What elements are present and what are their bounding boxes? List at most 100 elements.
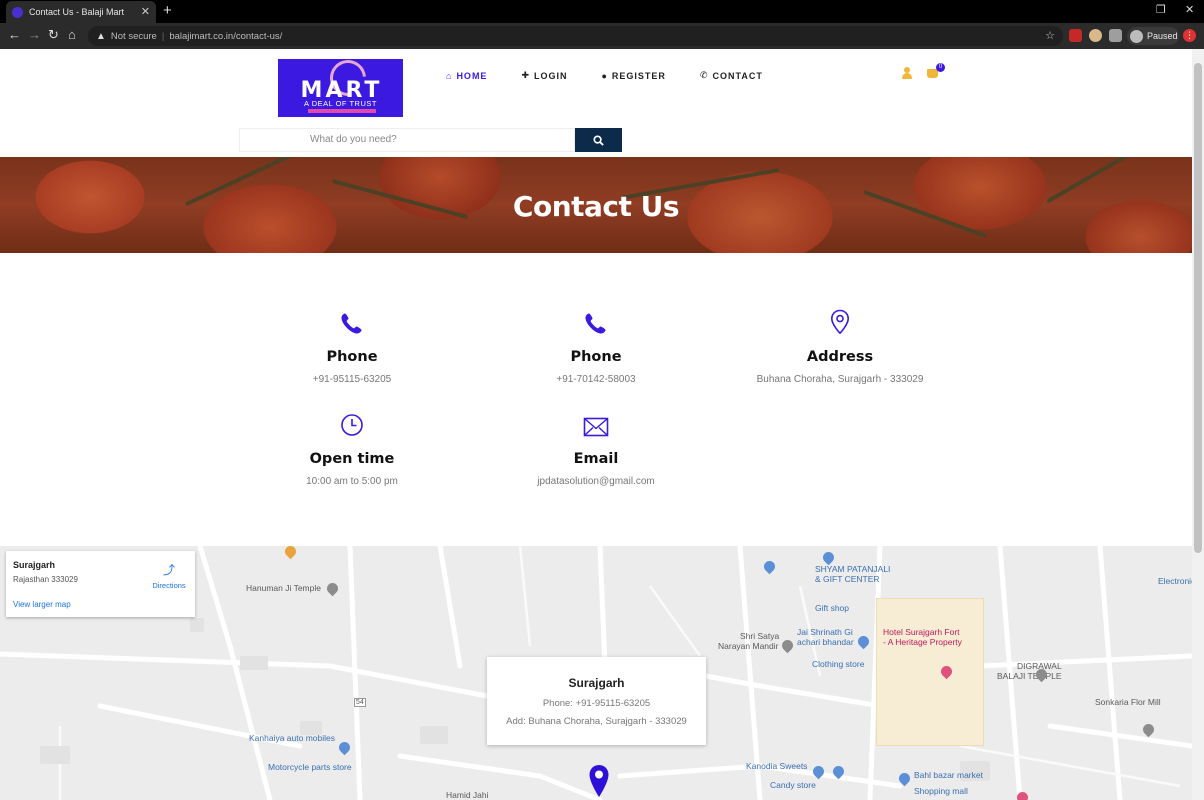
browser-tabstrip: Contact Us - Balaji Mart ✕ + ❐ ✕ [0,0,1204,23]
contact-label: Phone [326,349,378,365]
map-label-kanodia: Kanodia Sweets [746,761,808,771]
adblock-extension-icon[interactable] [1069,29,1082,42]
logo-underline [308,109,376,113]
contact-value: 10:00 am to 5:00 pm [306,476,398,487]
directions-icon: ⤴ [162,563,175,577]
clock-icon [341,414,363,436]
nav-contact-label: CONTACT [712,70,763,81]
cart-count-badge: 0 [936,63,945,72]
address-bar[interactable]: ▲ Not secure | balajimart.co.in/contact-… [88,26,1063,46]
map-label-kanhaiya: Kanhaiya auto mobiles [249,733,336,743]
nav-register[interactable]: ● REGISTER [601,70,665,81]
contact-address: Address Buhana Choraha, Surajgarh - 3330… [720,307,960,385]
contact-label: Email [573,451,619,467]
contact-open-time: Open time 10:00 am to 5:00 pm [232,409,472,487]
tab-close-icon[interactable]: ✕ [141,5,150,18]
map-label-shopping-mall: Shopping mall [914,786,968,796]
forward-arrow-icon[interactable]: → [28,28,41,42]
map-info-window: Surajgarh Phone: +91-95115-63205 Add: Bu… [487,657,706,745]
nav-home[interactable]: ⌂ HOME [446,70,487,81]
puzzle-extensions-icon[interactable] [1109,29,1122,42]
phone-icon [341,313,362,334]
map-place-card: Surajgarh Rajasthan 333029 View larger m… [6,551,195,617]
site-logo[interactable]: MART A DEAL OF TRUST [278,59,403,117]
map-label-hotel-heritage: - A Heritage Property [883,637,962,647]
map-label-clothing: Clothing store [812,659,865,669]
reload-icon[interactable]: ↻ [48,28,59,42]
new-tab-icon[interactable]: + [163,2,172,19]
tab-title: Contact Us - Balaji Mart [29,7,125,17]
map-info-phone: Phone: +91-95115-63205 [542,698,651,709]
profile-status: Paused [1147,31,1178,41]
map-label-motorcycle: Motorcycle parts store [268,762,352,772]
nav-login[interactable]: ✚ LOGIN [521,70,567,81]
nav-login-label: LOGIN [533,70,568,81]
embedded-map[interactable]: Hanuman Ji Temple SHYAM PATANJALI & GIFT… [0,546,1192,800]
logo-tagline: A DEAL OF TRUST [304,99,377,108]
browser-menu-icon[interactable]: ⋮ [1183,29,1196,42]
nav-contact[interactable]: ✆ CONTACT [700,70,763,81]
extension-icon[interactable] [1089,29,1102,42]
home-browser-icon[interactable]: ⌂ [68,28,76,42]
contact-label: Open time [309,451,395,467]
contact-value: +91-70142-58003 [556,374,636,385]
phone-icon [585,313,606,334]
search-input[interactable]: What do you need? [239,128,575,152]
contact-value: Buhana Choraha, Surajgarh - 333029 [756,374,924,385]
location-pin-icon [830,309,850,335]
map-label-hanuman: Hanuman Ji Temple [246,583,321,593]
search-bar: What do you need? [239,128,622,152]
account-icon[interactable] [902,67,912,79]
contact-value: jpdatasolution@gmail.com [537,476,655,487]
bookmark-star-icon[interactable]: ☆ [1045,29,1055,42]
place-card-address: Rajasthan 333029 [13,575,78,584]
page-scrollbar[interactable] [1192,49,1204,800]
avatar [1130,29,1143,43]
browser-tab[interactable]: Contact Us - Balaji Mart ✕ [6,1,156,23]
map-label-jai: Jai Shrinath Gi [797,627,853,637]
restore-window-icon[interactable]: ❐ [1156,3,1166,16]
search-icon [593,134,604,146]
view-larger-map-link[interactable]: View larger map [13,600,71,609]
fort-area [876,598,984,746]
profile-button[interactable]: Paused [1127,27,1179,45]
close-window-icon[interactable]: ✕ [1185,3,1194,16]
nav-register-label: REGISTER [611,70,666,81]
phone-icon: ✆ [699,70,709,80]
page-banner: Contact Us [0,157,1192,253]
map-label-electronics: Electronics [1158,576,1192,586]
map-info-title: Surajgarh [568,676,625,690]
place-card-title: Surajgarh [13,560,56,570]
map-info-address: Add: Buhana Choraha, Surajgarh - 333029 [506,716,687,727]
contact-label: Address [806,349,874,365]
warning-icon: ▲ [96,30,106,42]
contact-phone-2: Phone +91-70142-58003 [476,307,716,385]
back-arrow-icon[interactable]: ← [8,28,21,42]
map-label-narayan: Narayan Mandir [718,641,779,651]
scrollbar-thumb[interactable] [1194,63,1202,553]
login-icon: ✚ [521,70,530,80]
contact-phone-1: Phone +91-95115-63205 [232,307,472,385]
map-label-shri-satya: Shri Satya [740,631,780,641]
map-marker-icon[interactable] [588,764,610,798]
envelope-icon [583,417,609,437]
page-viewport: MART A DEAL OF TRUST ⌂ HOME ✚ LOGIN ● RE… [0,49,1192,800]
map-label-shyam-gift: & GIFT CENTER [815,574,880,584]
directions-label: Directions [152,581,186,590]
directions-button[interactable]: ⤴ Directions [149,561,189,590]
url-text: balajimart.co.in/contact-us/ [169,30,283,42]
contact-label: Phone [570,349,622,365]
search-button[interactable] [575,128,622,152]
home-icon: ⌂ [446,70,453,81]
url-separator: | [161,30,165,42]
security-warning: Not secure [110,30,157,42]
account-body [902,73,912,79]
map-label-achari: achari bhandar [797,637,854,647]
map-label-gift-shop: Gift shop [815,603,850,613]
map-label-sonkaria: Sonkaria Flor Mill [1095,697,1161,707]
contact-email: Email jpdatasolution@gmail.com [476,409,716,487]
map-label-bahl: Bahl bazar market [914,770,983,780]
user-icon: ● [601,70,608,81]
map-label-hotel: Hotel Surajgarh Fort [883,627,960,637]
map-label-hamid: Hamid Jahi [446,790,489,800]
